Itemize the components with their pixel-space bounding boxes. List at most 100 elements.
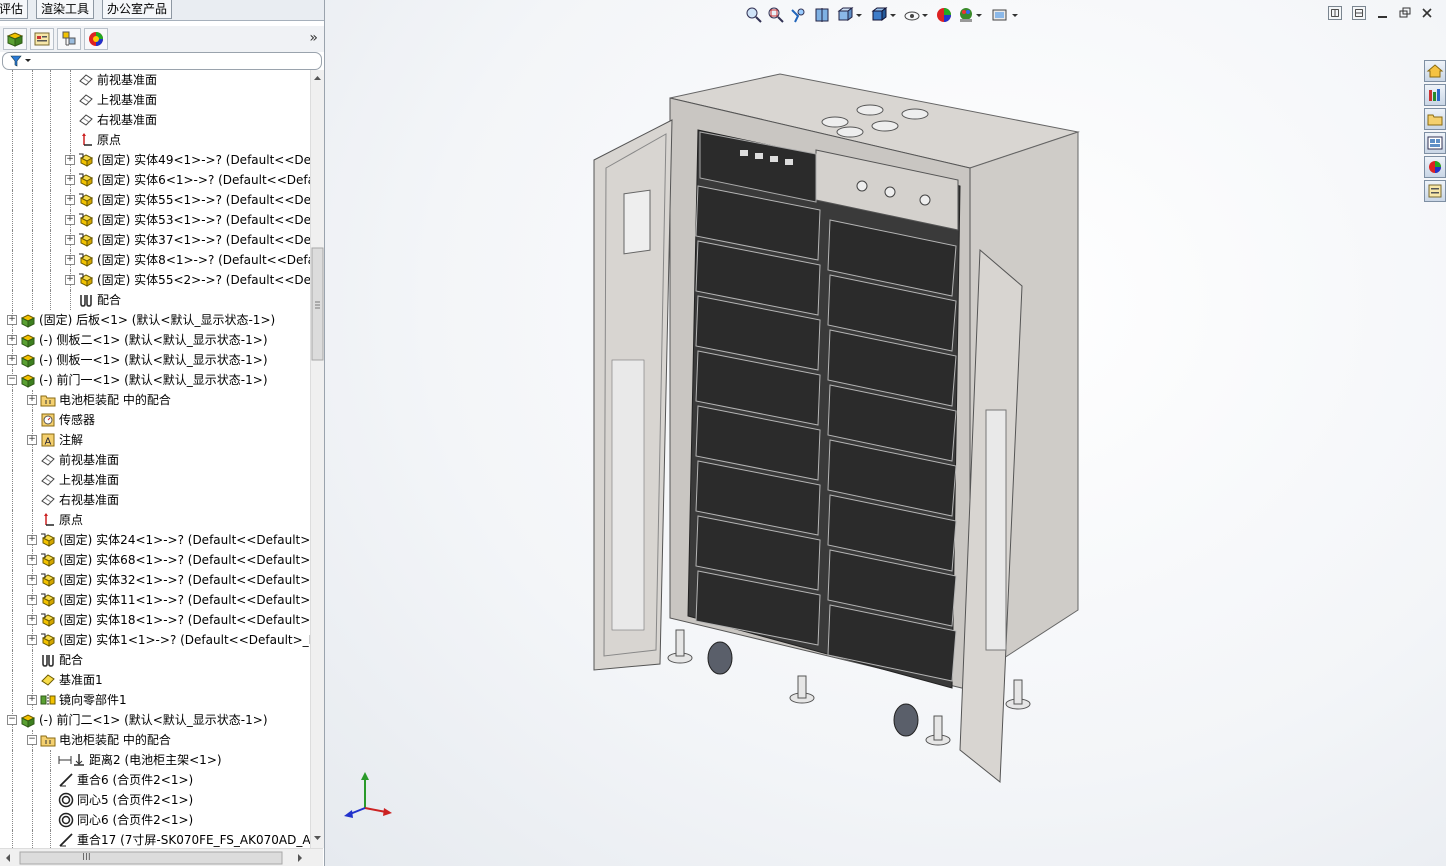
tree-item[interactable]: 原点 [40, 510, 83, 530]
expand-toggle[interactable]: + [65, 155, 75, 165]
tree-item[interactable]: (固定) 实体18<1>->? (Default<<Default>_F [40, 610, 310, 630]
tree-item[interactable]: 同心6 (合页件2<1>) [58, 810, 193, 830]
tree-item[interactable]: (固定) 实体11<1>->? (Default<<Default>_F [40, 590, 310, 610]
expand-toggle[interactable]: + [7, 355, 17, 365]
display-style-icon[interactable] [871, 6, 889, 24]
tree-item[interactable]: 重合6 (合页件2<1>) [58, 770, 193, 790]
hide-show-items-icon[interactable] [903, 6, 921, 24]
expand-toggle[interactable]: + [65, 235, 75, 245]
tree-item[interactable]: (固定) 实体53<1>->? (Default<<Defa [78, 210, 310, 230]
battery-cabinet-model[interactable] [580, 70, 1080, 790]
expand-toggle[interactable]: + [7, 335, 17, 345]
tree-item[interactable]: (固定) 实体68<1>->? (Default<<Default>_F [40, 550, 310, 570]
apply-scene-icon[interactable] [957, 6, 975, 24]
zoom-to-fit-icon[interactable] [745, 6, 763, 24]
task-pane-design-library[interactable] [1424, 84, 1446, 106]
tree-item[interactable]: (固定) 实体55<2>->? (Default<<Defa [78, 270, 310, 290]
task-pane-home[interactable] [1424, 60, 1446, 82]
task-pane-custom-properties[interactable] [1424, 180, 1446, 202]
task-pane-view-palette[interactable] [1424, 132, 1446, 154]
section-view-icon[interactable] [813, 6, 831, 24]
expand-toggle[interactable]: + [65, 215, 75, 225]
tab-render-tools[interactable]: 渲染工具 [36, 0, 95, 19]
tree-item[interactable]: (固定) 后板<1> (默认<默认_显示状态-1>) [20, 310, 275, 330]
tree-item[interactable]: 重合17 (7寸屏-SK070FE_FS_AK070AD_AE [58, 830, 310, 848]
task-pane-file-explorer[interactable] [1424, 108, 1446, 130]
zoom-to-area-icon[interactable] [767, 6, 785, 24]
tree-item[interactable]: (固定) 实体6<1>->? (Default<<Defau [78, 170, 310, 190]
tree-item[interactable]: 同心5 (合页件2<1>) [58, 790, 193, 810]
propertymanager-tab[interactable] [30, 28, 54, 50]
tree-item[interactable]: 电池柜装配 中的配合 [40, 730, 171, 750]
view-orientation-icon[interactable] [837, 6, 855, 24]
close-icon[interactable] [1420, 6, 1434, 20]
task-pane-appearances[interactable] [1424, 156, 1446, 178]
previous-view-icon[interactable] [789, 6, 807, 24]
expand-toggle[interactable]: + [27, 635, 37, 645]
tree-item[interactable]: 上视基准面 [40, 470, 119, 490]
restore-icon[interactable] [1398, 6, 1412, 20]
tree-item[interactable]: 原点 [78, 130, 121, 150]
expand-toggle[interactable]: + [27, 615, 37, 625]
tree-item[interactable]: (固定) 实体1<1>->? (Default<<Default>_Ph [40, 630, 310, 650]
funnel-icon[interactable] [9, 54, 35, 68]
expand-toggle[interactable]: + [27, 555, 37, 565]
tree-item[interactable]: 基准面1 [40, 670, 103, 690]
featuremanager-tab[interactable] [3, 28, 27, 50]
expand-toggle[interactable]: + [65, 175, 75, 185]
dropdown-arrow-icon[interactable] [889, 6, 897, 24]
tree-item[interactable]: 前视基准面 [78, 70, 157, 90]
tree-vertical-scrollbar[interactable] [310, 70, 324, 848]
collapse-toggle[interactable]: − [27, 735, 37, 745]
tree-item[interactable]: 上视基准面 [78, 90, 157, 110]
tile-horizontal-icon[interactable] [1328, 6, 1342, 20]
tree-item[interactable]: (固定) 实体8<1>->? (Default<<Defau [78, 250, 310, 270]
expand-toggle[interactable]: + [27, 595, 37, 605]
expand-toggle[interactable]: + [27, 435, 37, 445]
tab-evaluate[interactable]: 评估 [0, 0, 29, 19]
tree-item[interactable]: 前视基准面 [40, 450, 119, 470]
tree-item[interactable]: (-) 前门一<1> (默认<默认_显示状态-1>) [20, 370, 268, 390]
tree-item[interactable]: 配合 [78, 290, 121, 310]
expand-toggle[interactable]: + [27, 395, 37, 405]
tree-item[interactable]: 电池柜装配 中的配合 [40, 390, 171, 410]
expand-toggle[interactable]: + [65, 195, 75, 205]
tree-item[interactable]: 镜向零部件1 [40, 690, 127, 710]
tree-item[interactable]: 传感器 [40, 410, 95, 430]
tree-item[interactable]: (固定) 实体55<1>->? (Default<<Defa [78, 190, 310, 210]
tree-item[interactable]: (-) 侧板二<1> (默认<默认_显示状态-1>) [20, 330, 268, 350]
dropdown-arrow-icon[interactable] [1011, 6, 1019, 24]
collapse-toggle[interactable]: − [7, 375, 17, 385]
tree-item[interactable]: 配合 [40, 650, 83, 670]
tree-item[interactable]: 距离2 (电池柜主架<1>) [58, 750, 222, 770]
tree-item[interactable]: 右视基准面 [40, 490, 119, 510]
tab-office-products[interactable]: 办公室产品 [102, 0, 173, 19]
dropdown-arrow-icon[interactable] [921, 6, 929, 24]
tree-item[interactable]: (-) 前门二<1> (默认<默认_显示状态-1>) [20, 710, 268, 730]
view-settings-icon[interactable] [991, 6, 1009, 24]
edit-appearance-icon[interactable] [935, 6, 953, 24]
expand-toggle[interactable]: + [65, 275, 75, 285]
configurationmanager-tab[interactable] [57, 28, 81, 50]
expand-toggle[interactable]: + [7, 315, 17, 325]
dropdown-arrow-icon[interactable] [975, 6, 983, 24]
minimize-icon[interactable] [1376, 6, 1390, 20]
tile-vertical-icon[interactable] [1352, 6, 1366, 20]
tree-item[interactable]: (固定) 实体37<1>->? (Default<<Defa [78, 230, 310, 250]
expand-toggle[interactable]: + [27, 575, 37, 585]
displaymanager-tab[interactable] [84, 28, 108, 50]
tree-item[interactable]: (固定) 实体24<1>->? (Default<<Default>_F [40, 530, 310, 550]
tree-horizontal-scrollbar[interactable]: III [0, 848, 323, 866]
expand-toggle[interactable]: + [65, 255, 75, 265]
collapse-toggle[interactable]: − [7, 715, 17, 725]
tree-item[interactable]: (固定) 实体32<1>->? (Default<<Default>_F [40, 570, 310, 590]
tree-item[interactable]: 右视基准面 [78, 110, 157, 130]
expand-toggle[interactable]: + [27, 695, 37, 705]
tree-item[interactable]: A 注解 [40, 430, 83, 450]
filter-bar[interactable] [2, 52, 322, 70]
collapse-panel-button[interactable]: » [309, 30, 318, 46]
expand-toggle[interactable]: + [27, 535, 37, 545]
tree-item[interactable]: (固定) 实体49<1>->? (Default<<Defa [78, 150, 310, 170]
tree-item[interactable]: (-) 侧板一<1> (默认<默认_显示状态-1>) [20, 350, 268, 370]
dropdown-arrow-icon[interactable] [855, 6, 863, 24]
